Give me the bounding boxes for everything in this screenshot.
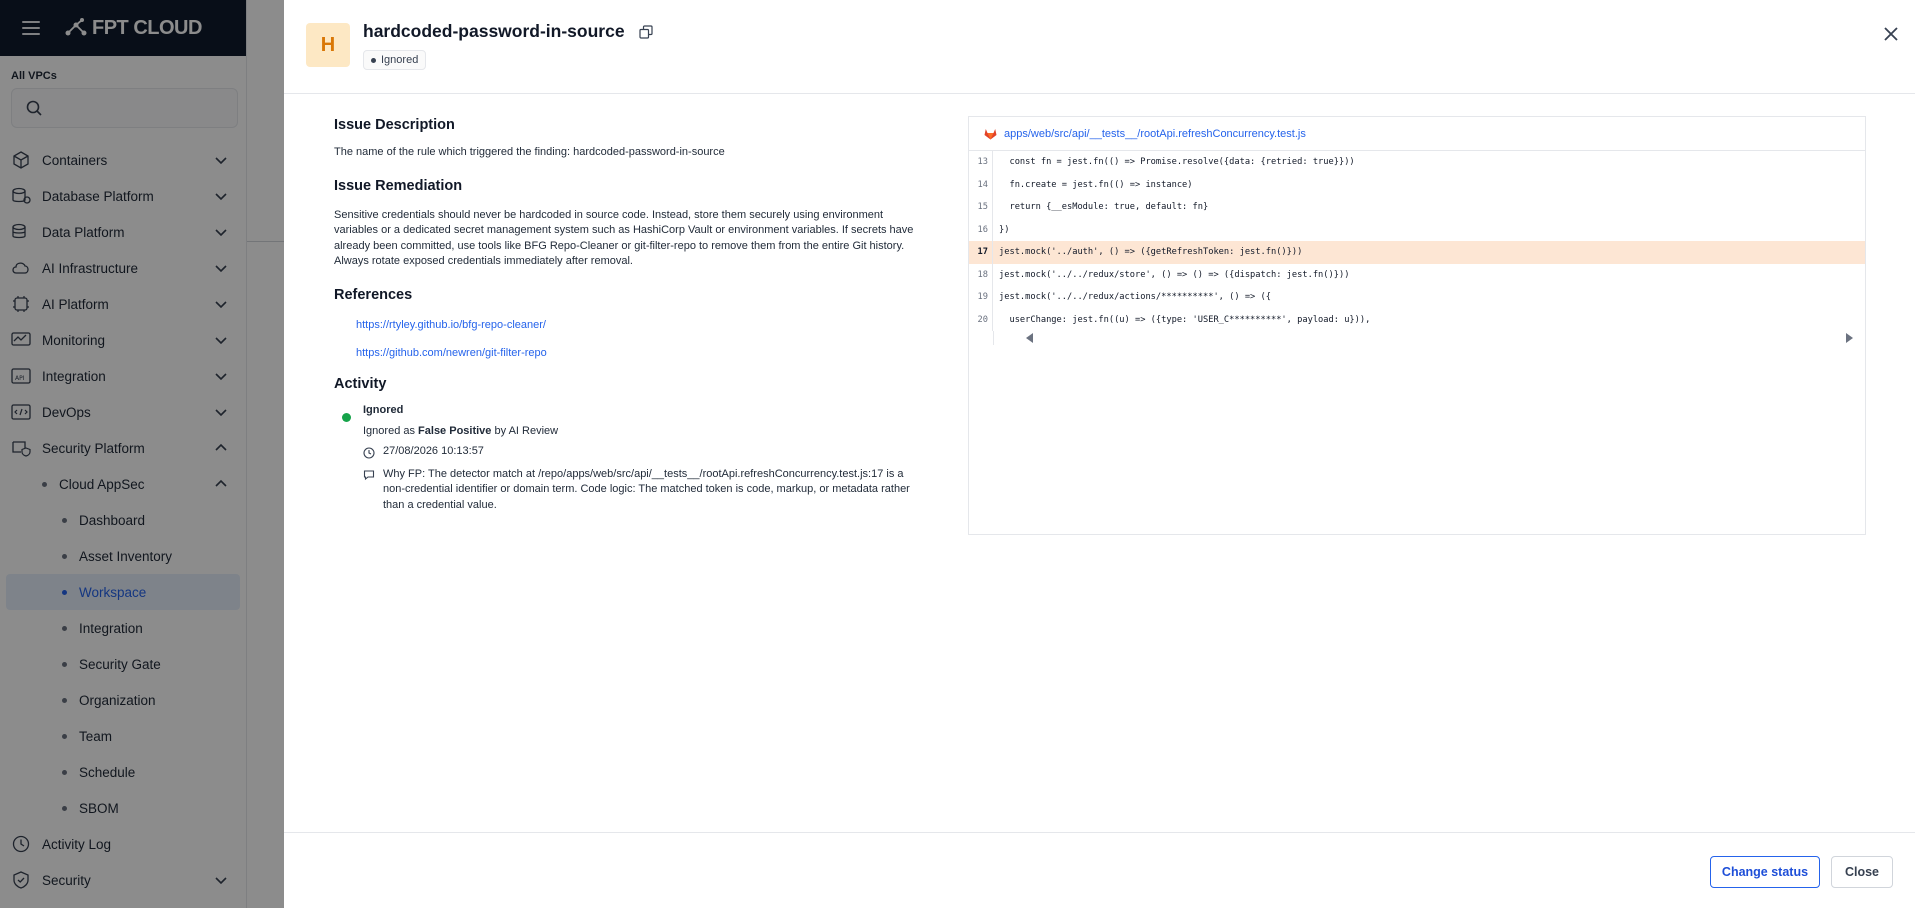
horizontal-scrollbar[interactable] (993, 331, 1865, 345)
activity-ignored-as: Ignored as False Positive by AI Review (363, 425, 926, 437)
finding-title: hardcoded-password-in-source (363, 21, 625, 41)
close-button[interactable]: Close (1831, 856, 1893, 888)
code-text: }) (999, 224, 1010, 235)
close-icon[interactable] (1881, 24, 1901, 44)
code-line: 14 fn.create = jest.fn(() => instance) (969, 173, 1865, 196)
gitlab-icon (984, 128, 997, 139)
finding-detail-drawer: H hardcoded-password-in-source Ignored I… (284, 0, 1915, 908)
reference-link[interactable]: https://rtyley.github.io/bfg-repo-cleane… (356, 319, 926, 331)
code-line: 20 userChange: jest.fn((u) => ({type: 'U… (969, 308, 1865, 331)
severity-badge: H (306, 23, 350, 67)
scroll-left-icon[interactable] (1026, 333, 1033, 343)
references-list: https://rtyley.github.io/bfg-repo-cleane… (334, 319, 926, 359)
ignored-as-value: False Positive (418, 424, 492, 437)
by-value: AI Review (508, 424, 559, 437)
activity-status-dot (342, 412, 351, 422)
code-line: 18 jest.mock('../../redux/store', () => (… (969, 263, 1865, 286)
references-title: References (334, 286, 413, 303)
code-snippet-panel: apps/web/src/api/__tests__/rootApi.refre… (968, 116, 1866, 535)
activity-comment-row: Why FP: The detector match at /repo/apps… (363, 467, 926, 514)
code-text: jest.mock('../auth', () => ({getRefreshT… (999, 247, 1303, 258)
activity-comment: Why FP: The detector match at /repo/apps… (383, 467, 910, 511)
issue-remediation-title: Issue Remediation (334, 177, 463, 194)
code-line: 13 const fn = jest.fn(() => Promise.reso… (969, 151, 1865, 174)
activity-timestamp-row: 27/08/2026 10:13:57 (363, 445, 926, 459)
status-badge: Ignored (363, 50, 427, 70)
code-file-path[interactable]: apps/web/src/api/__tests__/rootApi.refre… (1004, 128, 1306, 140)
drawer-header: H hardcoded-password-in-source Ignored (284, 0, 1915, 94)
line-number: 13 (969, 151, 993, 174)
code-line: 17 jest.mock('../auth', () => ({getRefres… (969, 241, 1865, 264)
activity-body: Ignored Ignored as False Positive by AI … (363, 404, 926, 514)
activity-status: Ignored (363, 403, 404, 416)
line-number: 16 (969, 218, 993, 241)
comment-icon (363, 469, 375, 480)
by-prefix: by (494, 424, 507, 437)
line-number: 15 (969, 196, 993, 219)
reference-link[interactable]: https://github.com/newren/git-filter-rep… (356, 347, 926, 359)
clock-icon (363, 446, 375, 459)
code-lines: 13 const fn = jest.fn(() => Promise.reso… (969, 151, 1865, 331)
code-text: jest.mock('../../redux/actions/*********… (999, 292, 1271, 303)
code-line: 15 return {__esModule: true, default: fn… (969, 196, 1865, 219)
activity-title: Activity (334, 375, 387, 392)
code-line: 19 jest.mock('../../redux/actions/*******… (969, 286, 1865, 309)
activity-entry: Ignored Ignored as False Positive by AI … (334, 404, 926, 514)
finding-title-row: hardcoded-password-in-source (363, 21, 653, 42)
code-file-header: apps/web/src/api/__tests__/rootApi.refre… (969, 117, 1865, 151)
issue-description-text: The name of the rule which triggered the… (334, 146, 725, 158)
status-label: Ignored (381, 54, 419, 66)
change-status-button[interactable]: Change status (1710, 856, 1820, 888)
line-number: 14 (969, 173, 993, 196)
issue-remediation-text: Sensitive credentials should never be ha… (334, 208, 914, 268)
issue-details: Issue Description The name of the rule w… (334, 117, 926, 513)
drawer-footer: Change status Close (284, 832, 1915, 908)
line-number: 18 (969, 263, 993, 286)
line-number: 20 (969, 308, 993, 331)
copy-icon[interactable] (638, 24, 653, 39)
code-text: jest.mock('../../redux/store', () => () … (999, 269, 1350, 280)
activity-timestamp: 27/08/2026 10:13:57 (383, 444, 484, 457)
issue-description-title: Issue Description (334, 117, 455, 133)
ignored-as-prefix: Ignored as (363, 424, 415, 437)
code-text: return {__esModule: true, default: fn} (999, 202, 1209, 213)
code-text: const fn = jest.fn(() => Promise.resolve… (999, 157, 1355, 168)
code-text: fn.create = jest.fn(() => instance) (999, 179, 1193, 190)
code-line: 16}) (969, 218, 1865, 241)
code-text: userChange: jest.fn((u) => ({type: 'USER… (999, 314, 1371, 325)
line-number: 19 (969, 286, 993, 309)
line-number: 17 (969, 241, 993, 264)
scroll-right-icon[interactable] (1846, 333, 1853, 343)
status-dot (371, 57, 376, 63)
